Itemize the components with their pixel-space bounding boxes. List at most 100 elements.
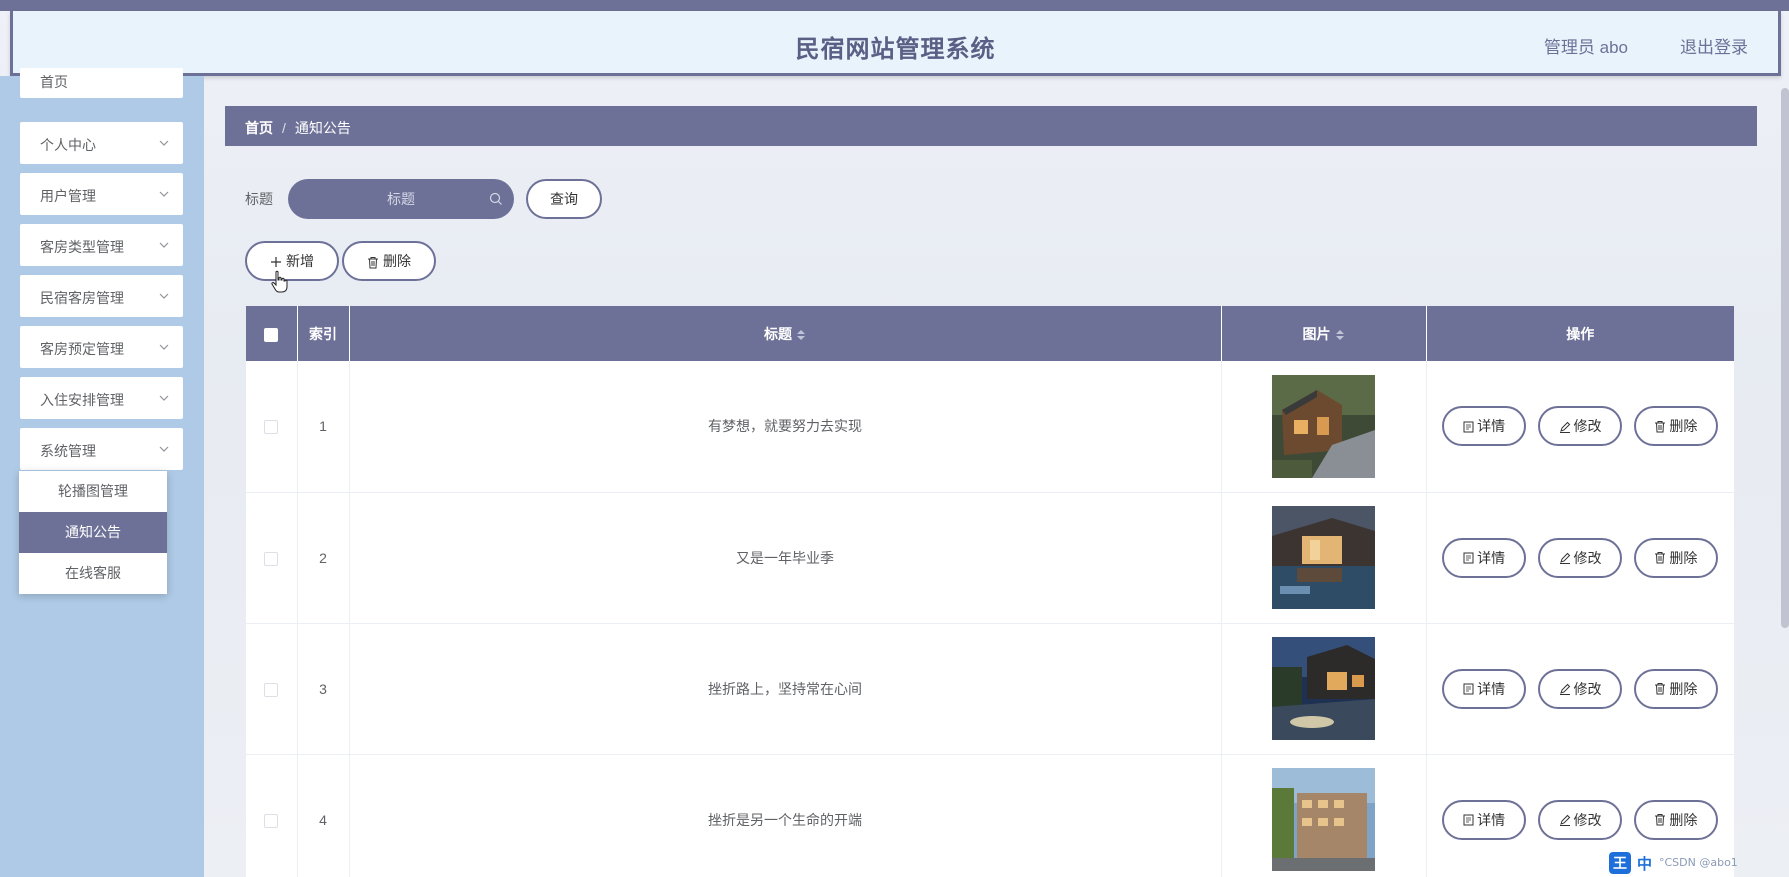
- delete-button[interactable]: 删除: [1633, 406, 1718, 447]
- row-image-cell: [1221, 492, 1427, 624]
- row-title: 又是一年毕业季: [349, 492, 1222, 624]
- detail-button[interactable]: 详情: [1442, 406, 1527, 447]
- submenu-item-support[interactable]: 在线客服: [19, 553, 167, 594]
- row-index: 4: [297, 754, 350, 877]
- row-image-cell: [1221, 754, 1427, 877]
- document-icon: [1463, 421, 1474, 433]
- edit-label: 修改: [1573, 811, 1602, 828]
- language-indicator[interactable]: 中: [1637, 853, 1652, 874]
- row-title: 挫折路上，坚持常在心间: [349, 623, 1222, 755]
- search-button[interactable]: 查询: [526, 179, 602, 219]
- chevron-down-icon: [159, 293, 169, 299]
- hand-cursor-icon: [271, 270, 288, 293]
- sidebar-item-home[interactable]: 首页: [20, 68, 183, 98]
- table-row: 4 挫折是另一个生命的开端 详情 修改 删除: [246, 754, 1734, 877]
- row-select-cell: [246, 361, 298, 493]
- row-checkbox[interactable]: [264, 420, 279, 435]
- sidebar-item-users[interactable]: 用户管理: [20, 173, 183, 215]
- page-scrollbar[interactable]: [1781, 88, 1789, 628]
- ime-icon[interactable]: 王: [1609, 852, 1631, 874]
- detail-button[interactable]: 详情: [1442, 537, 1527, 578]
- detail-label: 详情: [1477, 418, 1506, 435]
- sidebar-item-system[interactable]: 系统管理: [20, 428, 183, 470]
- row-index: 1: [297, 361, 350, 493]
- chevron-down-icon: [159, 446, 169, 452]
- col-title-header[interactable]: 标题: [349, 306, 1222, 361]
- table-row: 1 有梦想，就要努力去实现 详情 修改 删除: [246, 361, 1734, 493]
- logout-link[interactable]: 退出登录: [1680, 33, 1748, 58]
- watermark: °CSDN @abo1: [1659, 856, 1738, 869]
- edit-icon: [1559, 814, 1570, 826]
- row-select-cell: [246, 492, 298, 624]
- trash-icon: [1655, 421, 1666, 433]
- trash-icon: [1655, 683, 1666, 695]
- col-actions-header: 操作: [1566, 325, 1595, 342]
- trash-icon: [368, 256, 378, 269]
- col-image-label: 图片: [1302, 325, 1331, 342]
- search-input[interactable]: [288, 179, 514, 219]
- breadcrumb-home[interactable]: 首页: [245, 120, 273, 136]
- edit-label: 修改: [1573, 680, 1602, 697]
- edit-icon: [1559, 683, 1570, 695]
- sidebar-item-label: 系统管理: [40, 443, 96, 459]
- sidebar-item-label: 首页: [40, 74, 68, 90]
- row-select-cell: [246, 754, 298, 877]
- batch-delete-button[interactable]: 删除: [342, 241, 436, 281]
- row-checkbox[interactable]: [264, 682, 279, 697]
- admin-label: 管理员 abo: [1543, 38, 1628, 57]
- app-title: 民宿网站管理系统: [795, 36, 996, 63]
- sidebar-item-checkin[interactable]: 入住安排管理: [20, 377, 183, 419]
- row-actions-cell: 详情 修改 删除: [1426, 492, 1734, 624]
- document-icon: [1463, 552, 1474, 564]
- batch-delete-label: 删除: [383, 253, 411, 269]
- delete-button[interactable]: 删除: [1633, 537, 1718, 578]
- edit-label: 修改: [1573, 549, 1602, 566]
- delete-label: 删除: [1669, 418, 1698, 435]
- edit-button[interactable]: 修改: [1538, 668, 1622, 709]
- row-actions-cell: 详情 修改 删除: [1426, 361, 1734, 493]
- notice-thumbnail[interactable]: [1272, 506, 1375, 609]
- edit-button[interactable]: 修改: [1538, 537, 1622, 578]
- notice-thumbnail[interactable]: [1272, 768, 1375, 871]
- chevron-down-icon: [159, 191, 169, 197]
- select-all-checkbox[interactable]: [264, 327, 279, 342]
- sidebar-item-profile[interactable]: 个人中心: [20, 122, 183, 164]
- system-tray: 王 中 °CSDN @abo1: [1609, 849, 1789, 877]
- col-image-header[interactable]: 图片: [1221, 306, 1427, 361]
- add-button[interactable]: 新增: [245, 241, 339, 281]
- edit-button[interactable]: 修改: [1538, 406, 1622, 447]
- detail-button[interactable]: 详情: [1442, 799, 1527, 840]
- row-title: 有梦想，就要努力去实现: [349, 361, 1222, 493]
- row-image-cell: [1221, 623, 1427, 755]
- search-icon: [489, 192, 502, 205]
- main-content: 首页 / 通知公告 标题 查询 新增 删除 索引 标题 图片 操作: [204, 76, 1789, 877]
- sidebar-item-label: 个人中心: [40, 137, 96, 153]
- delete-button[interactable]: 删除: [1633, 668, 1718, 709]
- breadcrumb-current: 通知公告: [294, 120, 351, 136]
- edit-label: 修改: [1573, 418, 1602, 435]
- delete-label: 删除: [1669, 680, 1698, 697]
- detail-button[interactable]: 详情: [1442, 668, 1527, 709]
- delete-button[interactable]: 删除: [1633, 799, 1718, 840]
- submenu-item-notices[interactable]: 通知公告: [19, 512, 167, 553]
- sort-icon[interactable]: [1335, 328, 1345, 342]
- table-row: 3 挫折路上，坚持常在心间 详情 修改 删除: [246, 623, 1734, 755]
- row-checkbox[interactable]: [264, 813, 279, 828]
- search-label: 标题: [245, 191, 273, 207]
- notice-thumbnail[interactable]: [1272, 374, 1375, 478]
- sidebar-item-rooms[interactable]: 民宿客房管理: [20, 275, 183, 317]
- breadcrumb-separator: /: [282, 120, 286, 136]
- edit-button[interactable]: 修改: [1538, 799, 1622, 840]
- detail-label: 详情: [1477, 680, 1506, 697]
- sidebar-item-bookings[interactable]: 客房预定管理: [20, 326, 183, 368]
- submenu-item-carousel[interactable]: 轮播图管理: [19, 471, 167, 512]
- sidebar-item-room-types[interactable]: 客房类型管理: [20, 224, 183, 266]
- edit-icon: [1559, 552, 1570, 564]
- sort-icon[interactable]: [796, 328, 806, 342]
- row-select-cell: [246, 623, 298, 755]
- notice-thumbnail[interactable]: [1272, 637, 1375, 740]
- app-header: 民宿网站管理系统 管理员 abo 退出登录: [10, 11, 1781, 76]
- chevron-down-icon: [159, 344, 169, 350]
- row-checkbox[interactable]: [264, 551, 279, 566]
- sidebar-item-label: 民宿客房管理: [40, 290, 124, 306]
